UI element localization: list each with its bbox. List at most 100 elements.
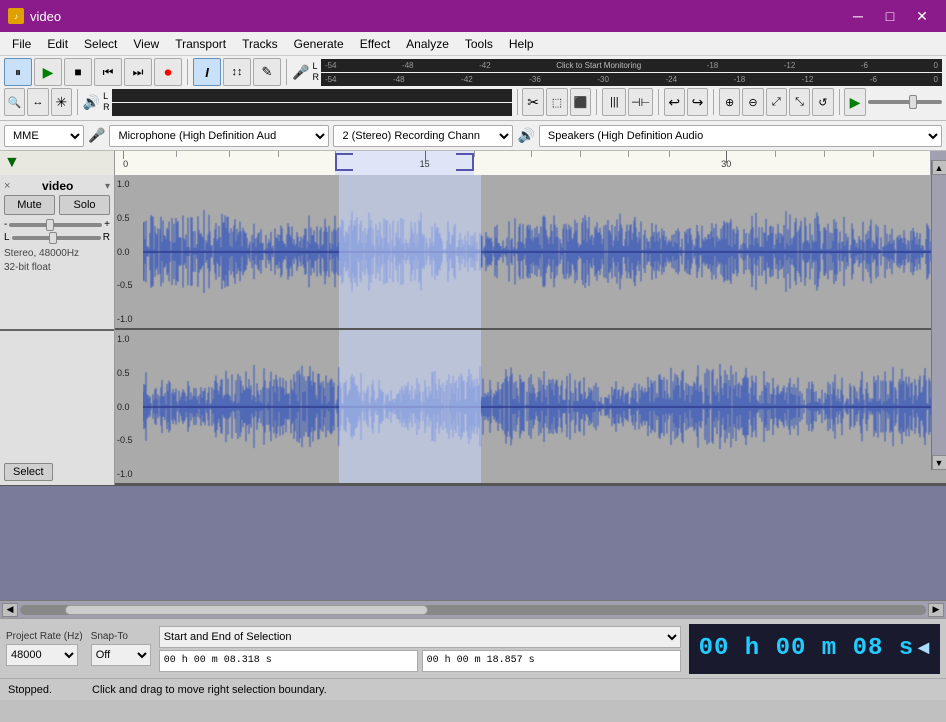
- vertical-scrollbar[interactable]: ▲ ▼: [931, 175, 946, 470]
- cut-button[interactable]: ✂: [522, 88, 543, 116]
- mute-button[interactable]: Mute: [4, 195, 55, 215]
- menu-help[interactable]: Help: [501, 33, 542, 55]
- snap-to-select[interactable]: Off On: [91, 644, 151, 666]
- track-close-btn[interactable]: ×: [4, 180, 10, 192]
- status-right: Click and drag to move right selection b…: [92, 684, 327, 696]
- menu-tracks[interactable]: Tracks: [234, 33, 286, 55]
- skip-end-button[interactable]: ⏭: [124, 58, 152, 86]
- status-left: Stopped.: [8, 684, 52, 696]
- click-to-monitor[interactable]: Click to Start Monitoring: [556, 61, 641, 70]
- pause-button[interactable]: ⏸: [4, 58, 32, 86]
- h-scroll-track[interactable]: [20, 605, 926, 615]
- status-bar: Stopped. Click and drag to move right se…: [0, 678, 946, 700]
- select-button[interactable]: Select: [4, 463, 53, 481]
- play-button[interactable]: ▶: [34, 58, 62, 86]
- menu-edit[interactable]: Edit: [39, 33, 76, 55]
- menu-file[interactable]: File: [4, 33, 39, 55]
- track-panel: × video ▾ Mute Solo - + L: [0, 175, 115, 485]
- menu-analyze[interactable]: Analyze: [398, 33, 457, 55]
- main-area: × video ▾ Mute Solo - + L: [0, 175, 946, 485]
- playback-arrow[interactable]: ▼: [4, 154, 20, 172]
- playback-level-ctrl: 🔊 LR: [83, 91, 110, 113]
- zoom-in-btn[interactable]: ⊕: [719, 88, 740, 116]
- select-tool[interactable]: I: [193, 58, 221, 86]
- pan-tool[interactable]: ↔: [27, 88, 48, 116]
- sel-start-marker: [335, 153, 353, 171]
- menu-transport[interactable]: Transport: [167, 33, 234, 55]
- copy-button[interactable]: ⬚: [546, 88, 568, 116]
- pan-l-label: L: [4, 232, 10, 243]
- window-title: video: [30, 9, 61, 24]
- zoom-out-btn[interactable]: ⊖: [742, 88, 763, 116]
- selection-mode-select[interactable]: Start and End of Selection: [159, 626, 681, 648]
- redo-button[interactable]: ↪: [687, 88, 708, 116]
- pan-slider[interactable]: [12, 236, 101, 240]
- skip-start-button[interactable]: ⏮: [94, 58, 122, 86]
- output-device-select[interactable]: Speakers (High Definition Audio: [539, 125, 942, 147]
- minimize-button[interactable]: ─: [842, 0, 874, 32]
- paste-button[interactable]: ⬛: [570, 88, 591, 116]
- gain-thumb[interactable]: [46, 219, 54, 231]
- titlebar: ♪ video ─ □ ✕: [0, 0, 946, 32]
- h-scroll-thumb[interactable]: [65, 605, 427, 615]
- speaker-icon: 🔊: [83, 94, 100, 111]
- silence-btn[interactable]: |||: [602, 88, 626, 116]
- close-button[interactable]: ✕: [906, 0, 938, 32]
- gain-slider[interactable]: [9, 223, 102, 227]
- big-timer-text: 00 h 00 m 08 s: [699, 635, 915, 662]
- maximize-button[interactable]: □: [874, 0, 906, 32]
- timeline-ruler[interactable]: 0 15 30: [115, 151, 930, 175]
- sep7: [713, 89, 714, 115]
- track-name: video: [42, 179, 73, 193]
- selection-highlight-top: [339, 175, 480, 328]
- ruler-selection: [335, 151, 474, 175]
- draw-tool[interactable]: ✎: [253, 58, 281, 86]
- input-device-select[interactable]: Microphone (High Definition Aud: [109, 125, 329, 147]
- big-timer-arrow[interactable]: ◀: [918, 640, 930, 657]
- menu-generate[interactable]: Generate: [286, 33, 352, 55]
- envelope-tool[interactable]: ↕↕: [223, 58, 251, 86]
- waveform-top[interactable]: 1.0 0.5 0.0 -0.5 -1.0: [115, 175, 946, 330]
- scroll-left-arrow[interactable]: ◀: [2, 603, 18, 617]
- host-select[interactable]: MME: [4, 125, 84, 147]
- multi-tool[interactable]: ✳: [51, 88, 72, 116]
- sep4: [517, 89, 518, 115]
- scroll-down-arrow[interactable]: ▼: [932, 455, 946, 470]
- h-scrollbar[interactable]: ◀ ▶: [0, 600, 946, 618]
- device-row: MME 🎤 Microphone (High Definition Aud 2 …: [0, 121, 946, 151]
- track-info-line2: 32-bit float: [4, 261, 110, 275]
- waveform-container: 1.0 0.5 0.0 -0.5 -1.0 1.0 0.5: [115, 175, 946, 485]
- separator: [187, 59, 188, 85]
- time-start-display[interactable]: 00 h 00 m 08.318 s: [159, 650, 418, 672]
- waveform-bottom[interactable]: 1.0 0.5 0.0 -0.5 -1.0: [115, 330, 946, 485]
- menu-effect[interactable]: Effect: [352, 33, 398, 55]
- speaker-device-icon: 🔊: [517, 127, 534, 144]
- pan-thumb[interactable]: [49, 232, 57, 244]
- track-dropdown-btn[interactable]: ▾: [105, 181, 110, 192]
- pan-row: L R: [4, 232, 110, 243]
- play-green-btn[interactable]: ▶: [844, 88, 865, 116]
- zoom-reset-btn[interactable]: ↺: [812, 88, 833, 116]
- trim-btn[interactable]: ⊣⊢: [628, 88, 652, 116]
- undo-button[interactable]: ↩: [664, 88, 685, 116]
- time-end-display[interactable]: 00 h 00 m 18.857 s: [422, 650, 681, 672]
- waveforms: 1.0 0.5 0.0 -0.5 -1.0 1.0 0.5: [115, 175, 946, 485]
- menu-view[interactable]: View: [125, 33, 167, 55]
- y-axis-bottom: 1.0 0.5 0.0 -0.5 -1.0: [115, 330, 143, 483]
- solo-button[interactable]: Solo: [59, 195, 110, 215]
- project-rate-select[interactable]: 48000 44100: [6, 644, 78, 666]
- zoom-sel-btn[interactable]: ⤡: [789, 88, 810, 116]
- gain-row: - +: [4, 219, 110, 230]
- menu-select[interactable]: Select: [76, 33, 125, 55]
- track-header-top: × video ▾ Mute Solo - + L: [0, 175, 114, 331]
- record-button[interactable]: ⏺: [154, 58, 182, 86]
- menu-tools[interactable]: Tools: [457, 33, 501, 55]
- zoom-tool[interactable]: 🔍: [4, 88, 25, 116]
- selection-highlight-bottom: [339, 330, 480, 483]
- zoom-fit-btn[interactable]: ⤢: [766, 88, 787, 116]
- vu-meter[interactable]: -54-48-42 Click to Start Monitoring -18-…: [321, 59, 942, 86]
- sep8: [839, 89, 840, 115]
- scroll-right-arrow[interactable]: ▶: [928, 603, 944, 617]
- channels-select[interactable]: 2 (Stereo) Recording Chann: [333, 125, 513, 147]
- stop-button[interactable]: ■: [64, 58, 92, 86]
